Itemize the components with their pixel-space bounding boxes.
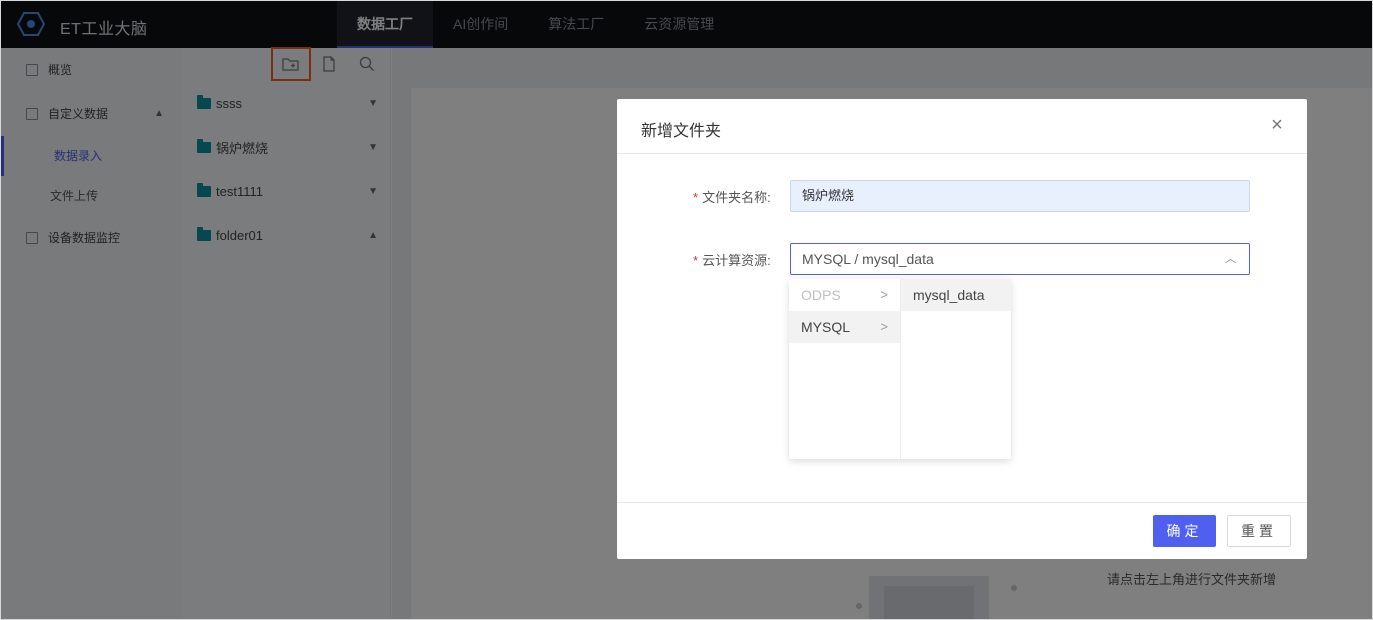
- required-mark: *: [693, 253, 699, 268]
- chevron-up-icon: ︿: [1225, 253, 1236, 265]
- cascader-option-mysql-data[interactable]: mysql_data: [901, 279, 1011, 311]
- reset-button[interactable]: 重置: [1227, 515, 1291, 547]
- option-label: mysql_data: [913, 287, 985, 303]
- required-mark: *: [693, 190, 699, 205]
- chevron-right-icon: >: [880, 319, 888, 334]
- new-folder-dialog: 新增文件夹 × * 文件夹名称: 锅炉燃烧 * 云计算资源: MYSQL / mys…: [617, 99, 1307, 559]
- cascader-option-mysql[interactable]: MYSQL >: [789, 311, 900, 343]
- dialog-header: 新增文件夹 ×: [617, 99, 1307, 154]
- folder-name-input[interactable]: 锅炉燃烧: [790, 180, 1250, 212]
- option-label: MYSQL: [801, 319, 851, 335]
- confirm-button[interactable]: 确定: [1153, 515, 1216, 547]
- close-icon[interactable]: ×: [1267, 115, 1287, 135]
- folder-name-label: * 文件夹名称:: [693, 187, 771, 206]
- cascader-column-type: ODPS > MYSQL >: [789, 279, 900, 459]
- resource-label-text: 云计算资源:: [702, 253, 771, 268]
- dialog-title: 新增文件夹: [641, 123, 722, 140]
- chevron-right-icon: >: [880, 287, 888, 302]
- resource-label: * 云计算资源:: [693, 250, 771, 269]
- folder-name-label-text: 文件夹名称:: [702, 190, 771, 205]
- resource-select[interactable]: MYSQL / mysql_data ︿: [790, 243, 1250, 275]
- cascader-dropdown: ODPS > MYSQL > mysql_data: [789, 279, 1011, 459]
- option-label: ODPS: [801, 287, 841, 303]
- resource-select-value: MYSQL / mysql_data: [802, 251, 934, 267]
- cascader-column-instance: mysql_data: [900, 279, 1011, 459]
- cascader-option-odps: ODPS >: [789, 279, 900, 311]
- dialog-footer: 确定 重置: [617, 502, 1307, 559]
- app-window: ET工业大脑 数据工厂 AI创作间 算法工厂 云资源管理 概览 自定义数据 ▲ …: [0, 0, 1373, 620]
